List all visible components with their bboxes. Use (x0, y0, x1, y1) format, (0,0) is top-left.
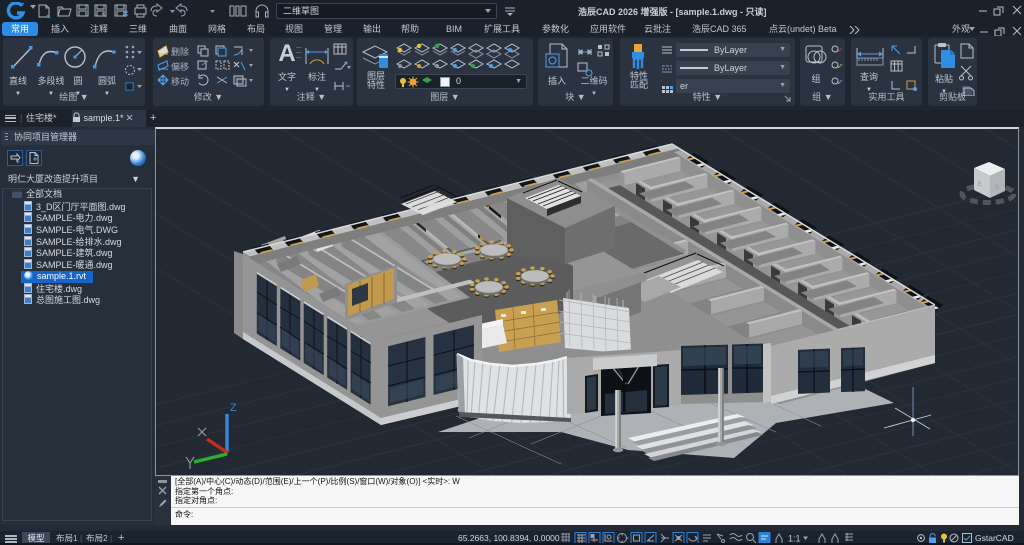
svg-text:移动: 移动 (171, 76, 189, 87)
svg-text:偏移: 偏移 (171, 61, 189, 72)
svg-text:删除: 删除 (171, 46, 189, 57)
svg-text:1:1: 1:1 (788, 534, 801, 544)
svg-text:Z: Z (230, 402, 237, 414)
svg-text:E: E (978, 182, 982, 188)
svg-text:S: S (995, 185, 999, 191)
